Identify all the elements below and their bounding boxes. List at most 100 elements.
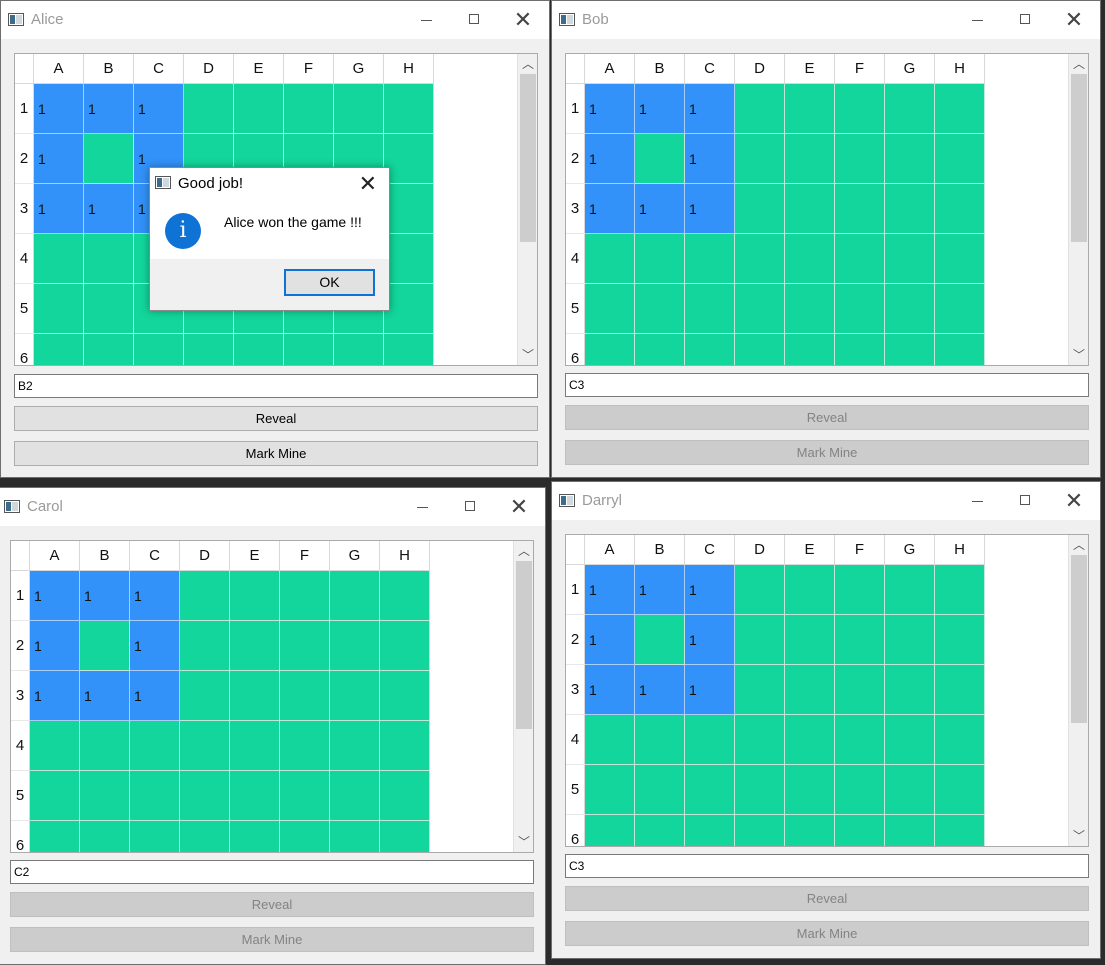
- board-cell[interactable]: [685, 284, 735, 334]
- board-cell[interactable]: [835, 765, 885, 815]
- board-cell[interactable]: [280, 571, 330, 621]
- board-cell[interactable]: [635, 234, 685, 284]
- board-cell[interactable]: [280, 771, 330, 821]
- board-cell[interactable]: [785, 134, 835, 184]
- maximize-button[interactable]: [447, 488, 495, 526]
- board-cell[interactable]: [885, 84, 935, 134]
- close-button[interactable]: ✕: [499, 1, 547, 39]
- board-cell[interactable]: 1: [635, 665, 685, 715]
- board-cell[interactable]: [885, 284, 935, 334]
- board-cell[interactable]: [280, 621, 330, 671]
- board-cell[interactable]: [80, 721, 130, 771]
- board-cell[interactable]: [935, 615, 985, 665]
- board-cell[interactable]: [735, 334, 785, 365]
- board-cell[interactable]: [230, 671, 280, 721]
- board-cell[interactable]: [635, 715, 685, 765]
- board-cell[interactable]: [935, 565, 985, 615]
- vertical-scrollbar[interactable]: ︿ ﹀: [513, 541, 533, 852]
- board-cell[interactable]: [280, 671, 330, 721]
- board-cell[interactable]: [885, 615, 935, 665]
- board-cell[interactable]: [384, 84, 434, 134]
- board-cell[interactable]: [30, 821, 80, 852]
- window-titlebar[interactable]: Alice ✕: [1, 1, 549, 39]
- board-cell[interactable]: 1: [134, 84, 184, 134]
- board-cell[interactable]: [885, 184, 935, 234]
- maximize-button[interactable]: [1002, 482, 1050, 520]
- board-cell[interactable]: [585, 765, 635, 815]
- board-cell[interactable]: [835, 815, 885, 846]
- board-cell[interactable]: [384, 334, 434, 365]
- board-cell[interactable]: [380, 771, 430, 821]
- board-cell[interactable]: [785, 284, 835, 334]
- board-cell[interactable]: [835, 665, 885, 715]
- board-cell[interactable]: [935, 284, 985, 334]
- board-cell[interactable]: 1: [30, 571, 80, 621]
- board-cell[interactable]: [635, 765, 685, 815]
- board-cell[interactable]: [330, 721, 380, 771]
- minimize-button[interactable]: [403, 1, 451, 39]
- board-cell[interactable]: 1: [585, 184, 635, 234]
- board-cell[interactable]: [785, 615, 835, 665]
- board-cell[interactable]: [835, 334, 885, 365]
- board-cell[interactable]: [84, 234, 134, 284]
- board-cell[interactable]: [635, 334, 685, 365]
- board-cell[interactable]: [935, 184, 985, 234]
- dialog-ok-button[interactable]: OK: [284, 269, 375, 296]
- board-cell[interactable]: 1: [635, 184, 685, 234]
- board-cell[interactable]: 1: [685, 615, 735, 665]
- window-titlebar[interactable]: Darryl ✕: [552, 482, 1100, 520]
- board-cell[interactable]: [785, 765, 835, 815]
- board-cell[interactable]: [785, 815, 835, 846]
- scroll-thumb[interactable]: [1071, 74, 1087, 242]
- board-cell[interactable]: [334, 334, 384, 365]
- board-cell[interactable]: [935, 665, 985, 715]
- board-cell[interactable]: 1: [130, 571, 180, 621]
- board-cell[interactable]: [134, 334, 184, 365]
- board-cell[interactable]: [330, 771, 380, 821]
- board-cell[interactable]: [685, 765, 735, 815]
- board-cell[interactable]: [685, 815, 735, 846]
- board-cell[interactable]: [34, 334, 84, 365]
- board-cell[interactable]: 1: [34, 84, 84, 134]
- board-cell[interactable]: [785, 715, 835, 765]
- board-cell[interactable]: [80, 621, 130, 671]
- board-cell[interactable]: [180, 821, 230, 852]
- board-cell[interactable]: [184, 334, 234, 365]
- mark-mine-button[interactable]: Mark Mine: [565, 921, 1089, 946]
- board-cell[interactable]: [330, 821, 380, 852]
- board-cell[interactable]: [685, 334, 735, 365]
- board-cell[interactable]: [785, 84, 835, 134]
- board-cell[interactable]: [80, 771, 130, 821]
- board-cell[interactable]: [230, 721, 280, 771]
- board-cell[interactable]: [334, 84, 384, 134]
- close-button[interactable]: ✕: [495, 488, 543, 526]
- board-cell[interactable]: [735, 84, 785, 134]
- board-cell[interactable]: 1: [685, 665, 735, 715]
- board-cell[interactable]: [735, 565, 785, 615]
- board-cell[interactable]: 1: [130, 671, 180, 721]
- board-cell[interactable]: [230, 771, 280, 821]
- board-cell[interactable]: [230, 821, 280, 852]
- board-cell[interactable]: [635, 134, 685, 184]
- board-cell[interactable]: [735, 715, 785, 765]
- close-button[interactable]: ✕: [1050, 482, 1098, 520]
- board-cell[interactable]: 1: [685, 565, 735, 615]
- board-cell[interactable]: 1: [130, 621, 180, 671]
- board-cell[interactable]: [885, 665, 935, 715]
- board-cell[interactable]: [735, 284, 785, 334]
- board-cell[interactable]: 1: [635, 565, 685, 615]
- window-titlebar[interactable]: Carol ✕: [0, 488, 545, 526]
- board-cell[interactable]: [130, 821, 180, 852]
- board-cell[interactable]: [180, 571, 230, 621]
- mark-mine-button[interactable]: Mark Mine: [14, 441, 538, 466]
- board-cell[interactable]: [280, 821, 330, 852]
- board-cell[interactable]: 1: [34, 184, 84, 234]
- reveal-button[interactable]: Reveal: [565, 886, 1089, 911]
- minimize-button[interactable]: [954, 482, 1002, 520]
- board-cell[interactable]: [885, 234, 935, 284]
- board-cell[interactable]: [380, 571, 430, 621]
- close-button[interactable]: ✕: [1050, 1, 1098, 39]
- scroll-up-icon[interactable]: ︿: [518, 54, 537, 74]
- vertical-scrollbar[interactable]: ︿ ﹀: [517, 54, 537, 365]
- reveal-button[interactable]: Reveal: [14, 406, 538, 431]
